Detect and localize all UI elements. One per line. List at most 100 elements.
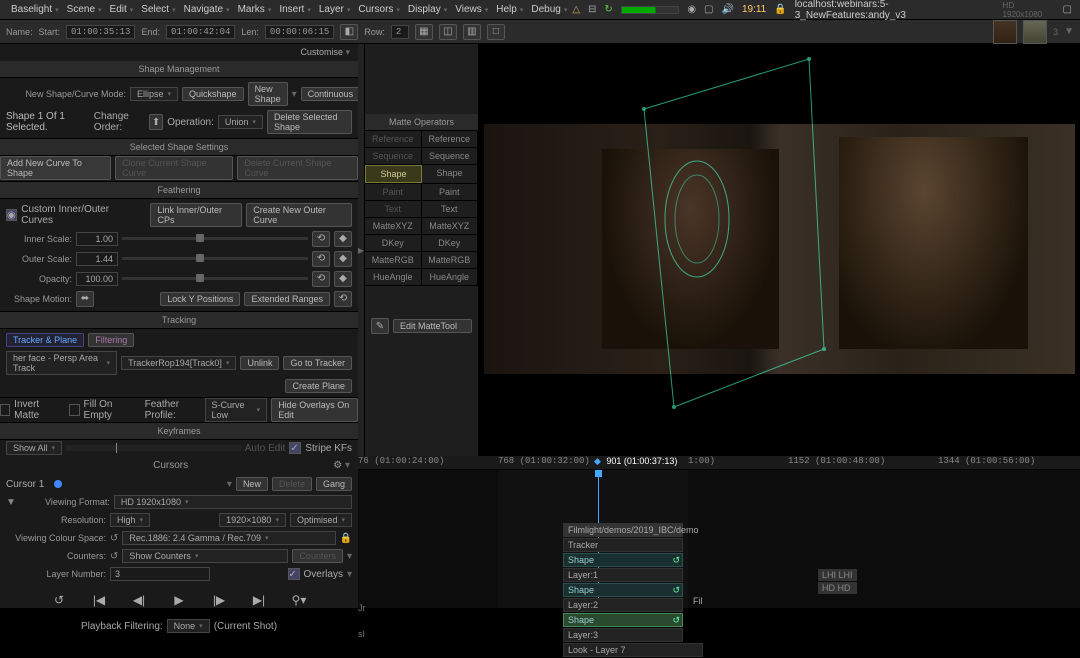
menu-select[interactable]: Select▾ (138, 2, 178, 17)
menu-help[interactable]: Help▾ (493, 2, 526, 17)
newshape-button[interactable]: New Shape (248, 82, 288, 106)
outer-kf-icon[interactable]: ◆ (334, 251, 352, 267)
mop-hueangle-r[interactable]: HueAngle (422, 269, 479, 285)
dropdown-icon[interactable]: ▼ (1064, 26, 1074, 37)
menu-layer[interactable]: Layer▾ (316, 2, 354, 17)
tl-tracker[interactable]: Tracker (563, 538, 683, 552)
refresh-icon[interactable]: ↻ (604, 4, 612, 15)
new-outer-button[interactable]: Create New Outer Curve (246, 203, 352, 227)
mop-reference-l[interactable]: Reference (365, 131, 422, 147)
avatar-1[interactable] (993, 20, 1017, 44)
filtering-tab[interactable]: Filtering (88, 333, 134, 347)
locky-button[interactable]: Lock Y Positions (160, 292, 240, 306)
motion-icon-1[interactable]: ⬌ (76, 291, 94, 307)
tl-hd[interactable]: HD HD (818, 582, 857, 594)
timeline-ruler[interactable]: 76 (01:00:24:00) 768 (01:00:32:00) ◆ 901… (358, 456, 1080, 470)
menu-cursors[interactable]: Cursors▾ (355, 2, 403, 17)
layernum-value[interactable]: 3 (110, 567, 210, 581)
opacity-slider[interactable] (122, 277, 308, 280)
hide-overlay-button[interactable]: Hide Overlays On Edit (271, 398, 358, 422)
pbfilter-dropdown[interactable]: None (167, 619, 210, 633)
mop-mattergb-l[interactable]: MatteRGB (365, 252, 422, 268)
inner-kf-icon[interactable]: ◆ (334, 231, 352, 247)
menu-edit[interactable]: Edit▾ (107, 2, 137, 17)
warning-icon[interactable]: △ (572, 4, 580, 15)
new-cursor-button[interactable]: New (236, 477, 268, 491)
close-icon[interactable]: ⊟ (588, 4, 596, 15)
monitor-icon[interactable]: ◉ (687, 4, 696, 15)
tool-icon-4[interactable]: □ (487, 24, 505, 40)
row-value[interactable]: 2 (391, 25, 409, 39)
cursor1-label[interactable]: Cursor 1 (6, 479, 44, 490)
mop-hueangle-l[interactable]: HueAngle (365, 269, 422, 285)
inner-scale-value[interactable]: 1.00 (76, 232, 118, 246)
link-cps-button[interactable]: Link Inner/Outer CPs (150, 203, 242, 227)
tl-path[interactable]: Filmlight/demos/2019_IBC/demo (563, 523, 683, 537)
tracker-plane-tab[interactable]: Tracker & Plane (6, 333, 84, 347)
stripe-checkbox[interactable]: ✓ (289, 442, 301, 454)
len-timecode[interactable]: 00:00:06:15 (265, 25, 334, 39)
counters-button[interactable]: Counters (292, 549, 343, 563)
showall-dropdown[interactable]: Show All (6, 441, 62, 455)
quickshape-button[interactable]: Quickshape (182, 87, 244, 101)
start-timecode[interactable]: 01:00:35:13 (66, 25, 135, 39)
motion-reset-icon[interactable]: ⟲ (334, 291, 352, 307)
tl-layer-3[interactable]: Layer:3 (563, 628, 683, 642)
extrange-button[interactable]: Extended Ranges (244, 292, 330, 306)
clone-shape-button[interactable]: Clone Current Shape Curve (115, 156, 233, 180)
mop-sequence-r[interactable]: Sequence (422, 148, 479, 164)
tl-layer-2[interactable]: Layer:2 (563, 598, 683, 612)
mop-shape-l[interactable]: Shape (365, 165, 422, 183)
audio-icon[interactable]: 🔊 (722, 4, 734, 15)
show-counters-dropdown[interactable]: Show Counters (122, 549, 288, 563)
skip-start-icon[interactable]: |◀ (88, 591, 110, 609)
vf-dropdown[interactable]: HD 1920x1080 (114, 495, 352, 509)
end-timecode[interactable]: 01:00:42:04 (166, 25, 235, 39)
tl-shape-2[interactable]: Shape↺ (563, 583, 683, 597)
tl-look[interactable]: Look - Layer 7 (563, 643, 703, 657)
create-plane-button[interactable]: Create Plane (285, 379, 352, 393)
edit-mattetool-button[interactable]: Edit MatteTool (393, 319, 472, 333)
delete-shape-button[interactable]: Delete Selected Shape (267, 110, 352, 134)
avatar-2[interactable] (1023, 20, 1047, 44)
order-up-icon[interactable]: ⬆ (149, 114, 163, 130)
union-dropdown[interactable]: Union (218, 115, 263, 129)
inner-reset-icon[interactable]: ⟲ (312, 231, 330, 247)
step-fwd-icon[interactable]: |▶ (208, 591, 230, 609)
res-dropdown[interactable]: High (110, 513, 150, 527)
opacity-reset-icon[interactable]: ⟲ (312, 271, 330, 287)
counters-reset-icon[interactable]: ↺ (110, 551, 118, 562)
tool-icon-3[interactable]: ▥ (463, 24, 481, 40)
menu-baselight[interactable]: Baselight▾ (8, 2, 62, 17)
gang-button[interactable]: Gang (316, 477, 352, 491)
vcs-lock-icon[interactable]: 🔒 (340, 533, 352, 544)
unlink-button[interactable]: Unlink (240, 356, 279, 370)
mop-paint-r[interactable]: Paint (422, 184, 479, 200)
invert-checkbox[interactable] (0, 404, 10, 416)
vcs-reset-icon[interactable]: ↺ (110, 533, 118, 544)
overlays-checkbox[interactable]: ✓ (288, 568, 300, 580)
mop-sequence-l[interactable]: Sequence (365, 148, 422, 164)
mop-text-l[interactable]: Text (365, 201, 422, 217)
loop-icon[interactable]: ↺ (48, 591, 70, 609)
gear-icon[interactable]: ⚙ (333, 460, 342, 471)
viewer[interactable] (479, 44, 1080, 456)
inner-scale-slider[interactable] (122, 237, 308, 240)
settings-icon[interactable]: ⚲▾ (288, 591, 310, 609)
dims-dropdown[interactable]: 1920×1080 (219, 513, 286, 527)
play-icon[interactable]: ▶ (168, 591, 190, 609)
shape-overlay-inner[interactable] (657, 154, 737, 284)
mop-mattexyz-l[interactable]: MatteXYZ (365, 218, 422, 234)
fill-checkbox[interactable] (69, 404, 79, 416)
skip-end-icon[interactable]: ▶| (248, 591, 270, 609)
mop-dkey-r[interactable]: DKey (422, 235, 479, 251)
mop-mattexyz-r[interactable]: MatteXYZ (422, 218, 479, 234)
tool-icon-1[interactable]: ▦ (415, 24, 433, 40)
outer-scale-slider[interactable] (122, 257, 308, 260)
opacity-kf-icon[interactable]: ◆ (334, 271, 352, 287)
expand-icon[interactable]: ▼ (6, 497, 16, 508)
tool-icon-2[interactable]: ◫ (439, 24, 457, 40)
add-curve-button[interactable]: Add New Curve To Shape (0, 156, 111, 180)
delete-cursor-button[interactable]: Delete (272, 477, 312, 491)
outer-reset-icon[interactable]: ⟲ (312, 251, 330, 267)
